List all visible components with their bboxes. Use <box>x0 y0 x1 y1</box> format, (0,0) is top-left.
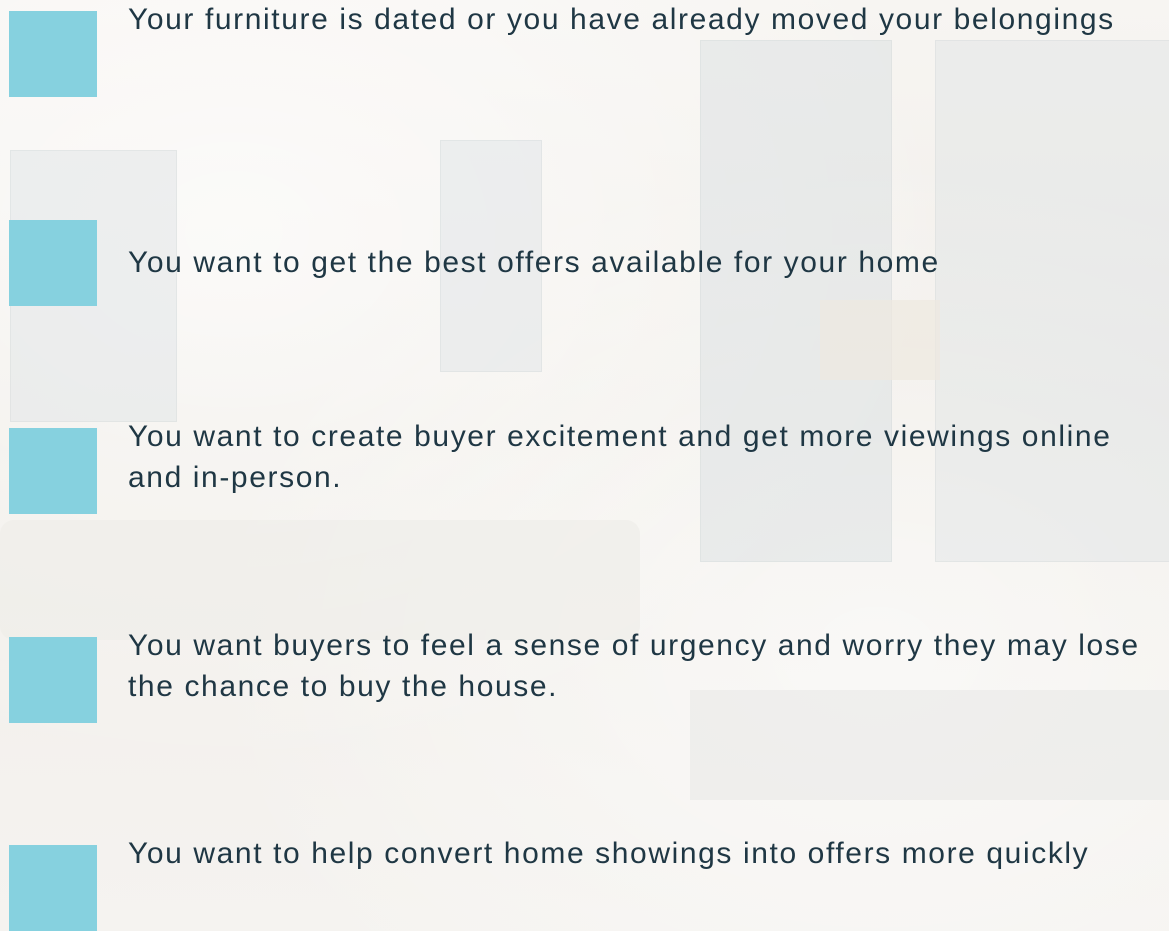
square-bullet-icon <box>9 637 97 723</box>
feature-text: You want buyers to feel a sense of urgen… <box>128 629 1140 703</box>
feature-text: You want to create buyer excitement and … <box>128 420 1112 494</box>
feature-text: You want to get the best offers availabl… <box>128 246 940 279</box>
square-bullet-icon <box>9 845 97 931</box>
square-bullet-icon <box>9 220 97 306</box>
feature-list: Your furniture is dated or you have alre… <box>0 0 1169 931</box>
feature-text: Your furniture is dated or you have alre… <box>128 3 1115 36</box>
square-bullet-icon <box>9 428 97 514</box>
feature-text: You want to help convert home showings i… <box>128 837 1090 870</box>
square-bullet-icon <box>9 11 97 97</box>
